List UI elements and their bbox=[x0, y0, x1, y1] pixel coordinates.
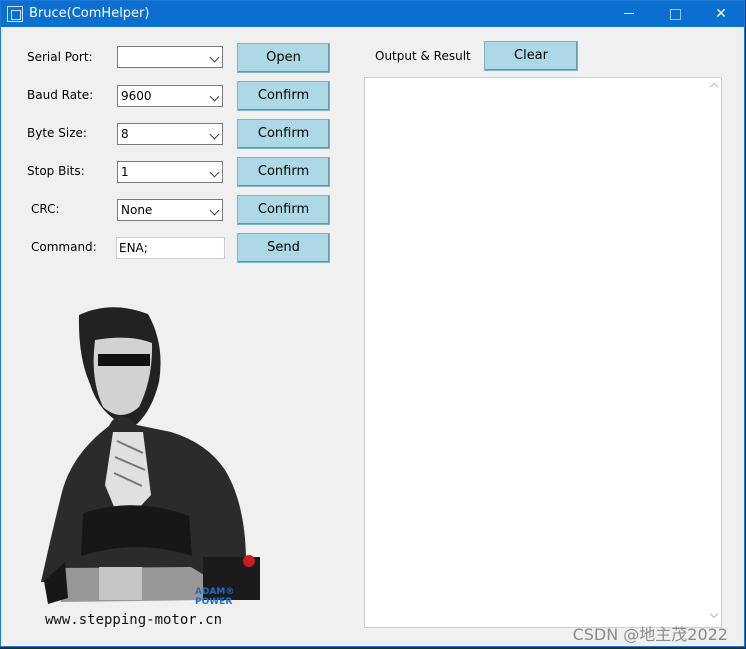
byte-size-value: 8 bbox=[121, 127, 129, 141]
chevron-down-icon bbox=[209, 129, 220, 140]
output-label: Output & Result bbox=[375, 49, 471, 63]
app-window: Bruce(ComHelper) ✕ Serial Port: Open Bau… bbox=[0, 0, 745, 647]
serial-port-label: Serial Port: bbox=[27, 50, 93, 64]
byte-size-confirm-button[interactable]: Confirm bbox=[237, 119, 330, 149]
baud-rate-select[interactable]: 9600 bbox=[117, 85, 223, 107]
crc-value: None bbox=[121, 203, 153, 217]
title-bar[interactable]: Bruce(ComHelper) ✕ bbox=[1, 1, 744, 27]
logo-top-text: ADAM® bbox=[195, 587, 235, 597]
scroll-down-icon[interactable] bbox=[709, 609, 719, 619]
output-textarea[interactable] bbox=[364, 77, 722, 628]
minimize-icon[interactable] bbox=[606, 1, 652, 27]
chevron-down-icon bbox=[209, 205, 220, 216]
byte-size-label: Byte Size: bbox=[27, 126, 87, 140]
baud-rate-confirm-button[interactable]: Confirm bbox=[237, 81, 330, 111]
close-icon[interactable]: ✕ bbox=[698, 1, 744, 27]
website-text: www.stepping-motor.cn bbox=[45, 612, 223, 628]
csdn-watermark: CSDN @地主茂2022 bbox=[572, 625, 728, 644]
logo-bottom-text: POWER bbox=[195, 597, 233, 607]
window-title: Bruce(ComHelper) bbox=[29, 6, 150, 21]
stop-bits-confirm-button[interactable]: Confirm bbox=[237, 157, 330, 187]
app-icon bbox=[7, 6, 23, 22]
send-button[interactable]: Send bbox=[237, 233, 330, 263]
serial-port-select[interactable] bbox=[117, 46, 223, 68]
scroll-up-icon[interactable] bbox=[709, 82, 719, 92]
crc-label: CRC: bbox=[31, 202, 60, 216]
maximize-icon[interactable] bbox=[652, 1, 698, 27]
stop-bits-label: Stop Bits: bbox=[27, 164, 85, 178]
baud-rate-value: 9600 bbox=[121, 89, 152, 103]
byte-size-select[interactable]: 8 bbox=[117, 123, 223, 145]
baud-rate-label: Baud Rate: bbox=[27, 88, 94, 102]
chevron-down-icon bbox=[209, 167, 220, 178]
chevron-down-icon bbox=[209, 91, 220, 102]
crc-select[interactable]: None bbox=[117, 199, 223, 221]
output-scrollbar[interactable] bbox=[707, 78, 721, 627]
promo-photo bbox=[41, 307, 260, 604]
chevron-down-icon bbox=[209, 52, 220, 63]
stop-bits-select[interactable]: 1 bbox=[117, 161, 223, 183]
stop-bits-value: 1 bbox=[121, 165, 129, 179]
command-input[interactable]: ENA; bbox=[116, 237, 225, 259]
command-label: Command: bbox=[31, 240, 97, 254]
open-button[interactable]: Open bbox=[237, 43, 330, 73]
adam-power-logo: ADAM® POWER bbox=[195, 587, 234, 607]
clear-button[interactable]: Clear bbox=[484, 41, 578, 71]
crc-confirm-button[interactable]: Confirm bbox=[237, 195, 330, 225]
